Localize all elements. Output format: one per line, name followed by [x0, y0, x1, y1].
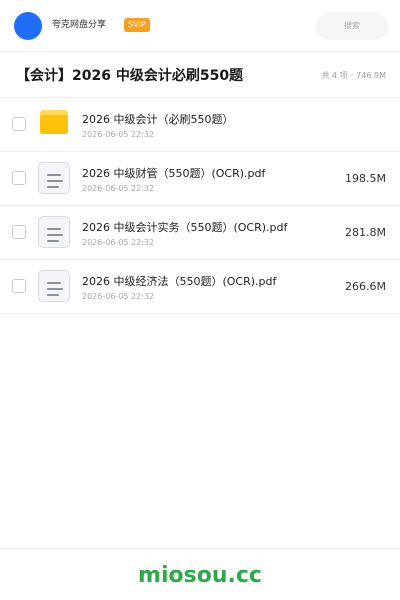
file-date: 2026-06-05 22:32	[82, 238, 155, 247]
select-checkbox[interactable]	[12, 171, 26, 185]
file-date: 2026-06-05 22:32	[82, 184, 155, 193]
folder-summary: 共 4 项 · 746.9M	[321, 70, 386, 82]
select-checkbox[interactable]	[12, 279, 26, 293]
brand-logo-text[interactable]: miosou.cc	[0, 563, 400, 589]
file-size: 198.5M	[345, 172, 386, 185]
file-name[interactable]: 2026 中级会计实务（550题）(OCR).pdf	[82, 221, 287, 235]
file-date: 2026-06-05 22:32	[82, 292, 155, 301]
avatar[interactable]	[14, 12, 42, 40]
list-item[interactable]: 2026 中级会计实务（550题）(OCR).pdf 2026-06-05 22…	[0, 206, 400, 260]
file-name[interactable]: 2026 中级会计（必刷550题）	[82, 113, 234, 127]
search-placeholder: 搜索	[344, 21, 360, 30]
list-item[interactable]: 2026 中级会计（必刷550题） 2026-06-05 22:32	[0, 98, 400, 152]
document-icon	[38, 216, 70, 248]
site-name: 夸克网盘分享	[52, 20, 107, 30]
top-bar: 夸克网盘分享 SVIP 搜索	[0, 0, 400, 52]
search-input[interactable]: 搜索	[316, 12, 388, 40]
file-list: 2026 中级会计（必刷550题） 2026-06-05 22:32 2026 …	[0, 98, 400, 314]
file-size: 281.8M	[345, 226, 386, 239]
select-checkbox[interactable]	[12, 117, 26, 131]
svip-badge: SVIP	[124, 18, 150, 32]
folder-icon	[40, 110, 68, 134]
item-count: 共 4 项	[321, 71, 348, 80]
document-icon	[38, 162, 70, 194]
file-date: 2026-06-05 22:32	[82, 130, 155, 139]
total-size: 746.9M	[356, 71, 386, 80]
file-name[interactable]: 2026 中级经济法（550题）(OCR).pdf	[82, 275, 276, 289]
select-checkbox[interactable]	[12, 225, 26, 239]
folder-header: 【会计】2026 中级会计必刷550题 共 4 项 · 746.9M	[0, 52, 400, 98]
footer: miosou.cc	[0, 548, 400, 600]
list-item[interactable]: 2026 中级财管（550题）(OCR).pdf 2026-06-05 22:3…	[0, 152, 400, 206]
list-item[interactable]: 2026 中级经济法（550题）(OCR).pdf 2026-06-05 22:…	[0, 260, 400, 314]
file-name[interactable]: 2026 中级财管（550题）(OCR).pdf	[82, 167, 265, 181]
document-icon	[38, 270, 70, 302]
page-title: 【会计】2026 中级会计必刷550题	[16, 68, 244, 84]
summary-separator: ·	[350, 71, 354, 80]
file-size: 266.6M	[345, 280, 386, 293]
